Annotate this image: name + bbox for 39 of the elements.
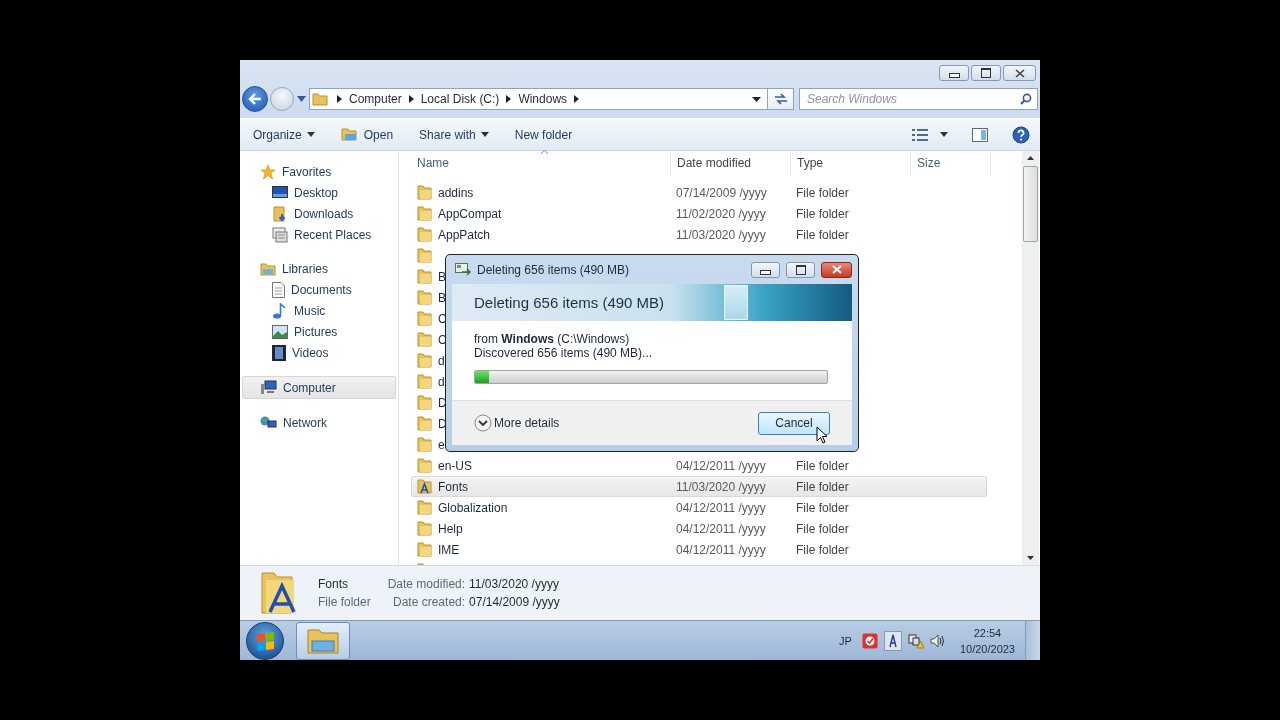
- file-name: Fonts: [318, 577, 349, 591]
- table-cell: e: [438, 437, 445, 452]
- table-cell: 04/12/2011 /yyyy: [676, 458, 766, 473]
- table-cell: 11/03/2020 /yyyy: [676, 227, 766, 242]
- table-cell: File folder: [796, 479, 849, 494]
- status-text: Discovered 656 items (490 MB)...: [474, 346, 654, 360]
- table-cell: 04/12/2011 /yyyy: [676, 542, 766, 557]
- table-cell: 11/03/2020 /yyyy: [676, 479, 766, 494]
- table-cell: B: [438, 269, 446, 284]
- source-text: from Windows (C:\Windows): [474, 332, 631, 346]
- table-cell: File folder: [796, 206, 849, 221]
- dialog-title: Deleting 656 items (490 MB): [477, 262, 630, 277]
- table-cell: Fonts: [438, 479, 468, 494]
- table-cell: Globalization: [438, 500, 508, 515]
- table-cell: File folder: [796, 185, 849, 200]
- field-label: Date modified:: [387, 577, 466, 591]
- table-cell: d: [438, 353, 445, 368]
- table-cell: en-US: [438, 458, 472, 473]
- field-value: 11/03/2020 /yyyy: [469, 577, 560, 591]
- table-cell: AppCompat: [438, 206, 502, 221]
- field-value: 07/14/2009 /yyyy: [469, 595, 560, 609]
- table-cell: File folder: [796, 458, 849, 473]
- field-label: Date created:: [392, 595, 466, 609]
- dialog-heading: Deleting 656 items (490 MB): [474, 294, 665, 311]
- table-cell: d: [438, 374, 445, 389]
- table-cell: 04/12/2011 /yyyy: [676, 500, 766, 515]
- table-cell: Help: [438, 521, 463, 536]
- table-cell: File folder: [796, 521, 849, 536]
- table-cell: 07/14/2009 /yyyy: [676, 185, 767, 200]
- table-cell: 11/02/2020 /yyyy: [676, 206, 766, 221]
- table-cell: AppPatch: [438, 227, 491, 242]
- table-cell: IME: [438, 542, 460, 557]
- file-type: File folder: [318, 595, 371, 609]
- table-cell: 04/12/2011 /yyyy: [676, 521, 766, 536]
- table-cell: File folder: [796, 542, 849, 557]
- table-cell: addins: [438, 185, 474, 200]
- table-cell: File folder: [796, 227, 849, 242]
- table-cell: B: [438, 290, 446, 305]
- table-cell: File folder: [796, 500, 849, 515]
